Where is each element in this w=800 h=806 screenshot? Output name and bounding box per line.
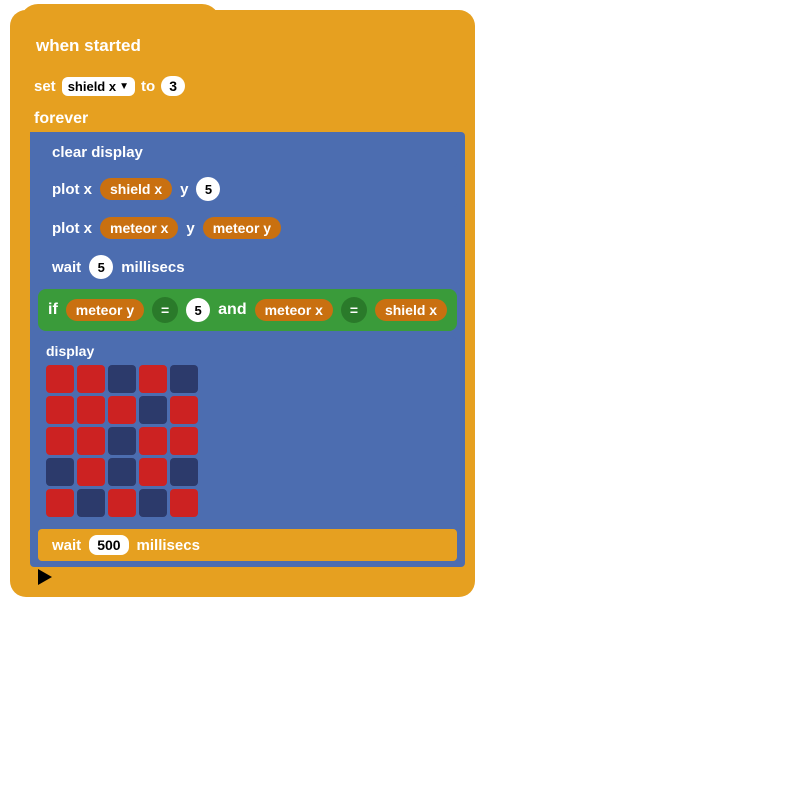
forever-block: forever clear display plot x shield x y …	[20, 106, 465, 567]
clear-display-label: clear display	[52, 144, 143, 161]
display-cell[interactable]	[139, 427, 167, 455]
forever-inner: clear display plot x shield x y 5 plot x	[30, 132, 465, 567]
wait2-label: wait	[52, 537, 81, 554]
plot-y1-label: y	[180, 181, 188, 198]
display-cell[interactable]	[46, 489, 74, 517]
display-cell[interactable]	[139, 458, 167, 486]
eq2-circle: =	[341, 297, 367, 323]
meteor-y-pill: meteor y	[203, 217, 281, 239]
if-block: if meteor y = 5 and meteor x	[38, 289, 457, 331]
display-cell[interactable]	[108, 427, 136, 455]
dropdown-arrow-icon: ▼	[119, 81, 129, 92]
clear-display-block: clear display	[38, 138, 457, 167]
display-cell[interactable]	[170, 365, 198, 393]
display-cell[interactable]	[108, 396, 136, 424]
display-cell[interactable]	[46, 396, 74, 424]
forever-label: forever	[20, 106, 102, 132]
when-started-block: when started	[20, 28, 157, 64]
shield-x-cond-pill: shield x	[375, 299, 447, 321]
meteor-x-cond-pill: meteor x	[255, 299, 333, 321]
display-cell[interactable]	[77, 489, 105, 517]
display-cell[interactable]	[170, 427, 198, 455]
set-value: 3	[161, 76, 185, 96]
display-cell[interactable]	[46, 458, 74, 486]
shield-x-dropdown-label: shield x	[68, 79, 116, 94]
shield-x-dropdown[interactable]: shield x ▼	[62, 77, 135, 96]
set-label: set	[34, 78, 56, 95]
main-frame: when started set shield x ▼ to 3 forever	[10, 10, 475, 597]
display-cell[interactable]	[139, 396, 167, 424]
wait1-label: wait	[52, 259, 81, 276]
meteor-x-pill: meteor x	[100, 217, 178, 239]
display-cell[interactable]	[108, 489, 136, 517]
display-cell[interactable]	[170, 489, 198, 517]
plot-x2-label: plot x	[52, 220, 92, 237]
wait1-block: wait 5 millisecs	[38, 249, 457, 285]
meteor-y-cond-pill: meteor y	[66, 299, 144, 321]
display-cell[interactable]	[108, 458, 136, 486]
set-to-label: to	[141, 78, 155, 95]
display-grid	[46, 365, 449, 517]
set-block: set shield x ▼ to 3	[20, 70, 465, 102]
display-cell[interactable]	[139, 365, 167, 393]
wait2-value: 500	[89, 535, 128, 555]
plot-y2-label: y	[186, 220, 194, 237]
display-cell[interactable]	[108, 365, 136, 393]
wait1-unit: millisecs	[121, 259, 184, 276]
eq1-value: 5	[186, 298, 210, 322]
wait2-block: wait 500 millisecs	[38, 529, 457, 561]
when-started-label: when started	[36, 36, 141, 56]
scratch-container: when started set shield x ▼ to 3 forever	[10, 10, 475, 597]
display-cell[interactable]	[77, 396, 105, 424]
display-title: display	[46, 343, 449, 359]
display-cell[interactable]	[170, 396, 198, 424]
and-label: and	[218, 301, 246, 319]
plot-y1-value: 5	[196, 177, 220, 201]
display-cell[interactable]	[46, 365, 74, 393]
display-cell[interactable]	[77, 427, 105, 455]
display-block: display	[38, 335, 457, 525]
display-cell[interactable]	[170, 458, 198, 486]
if-label: if	[48, 301, 58, 319]
display-cell[interactable]	[77, 458, 105, 486]
plot-meteor-block: plot x meteor x y meteor y	[38, 211, 457, 245]
shield-x-pill: shield x	[100, 178, 172, 200]
display-cell[interactable]	[46, 427, 74, 455]
display-cell[interactable]	[77, 365, 105, 393]
plot-x1-label: plot x	[52, 181, 92, 198]
plot-shield-block: plot x shield x y 5	[38, 171, 457, 207]
wait2-unit: millisecs	[137, 537, 200, 554]
display-cell[interactable]	[139, 489, 167, 517]
wait1-value: 5	[89, 255, 113, 279]
eq1-circle: =	[152, 297, 178, 323]
